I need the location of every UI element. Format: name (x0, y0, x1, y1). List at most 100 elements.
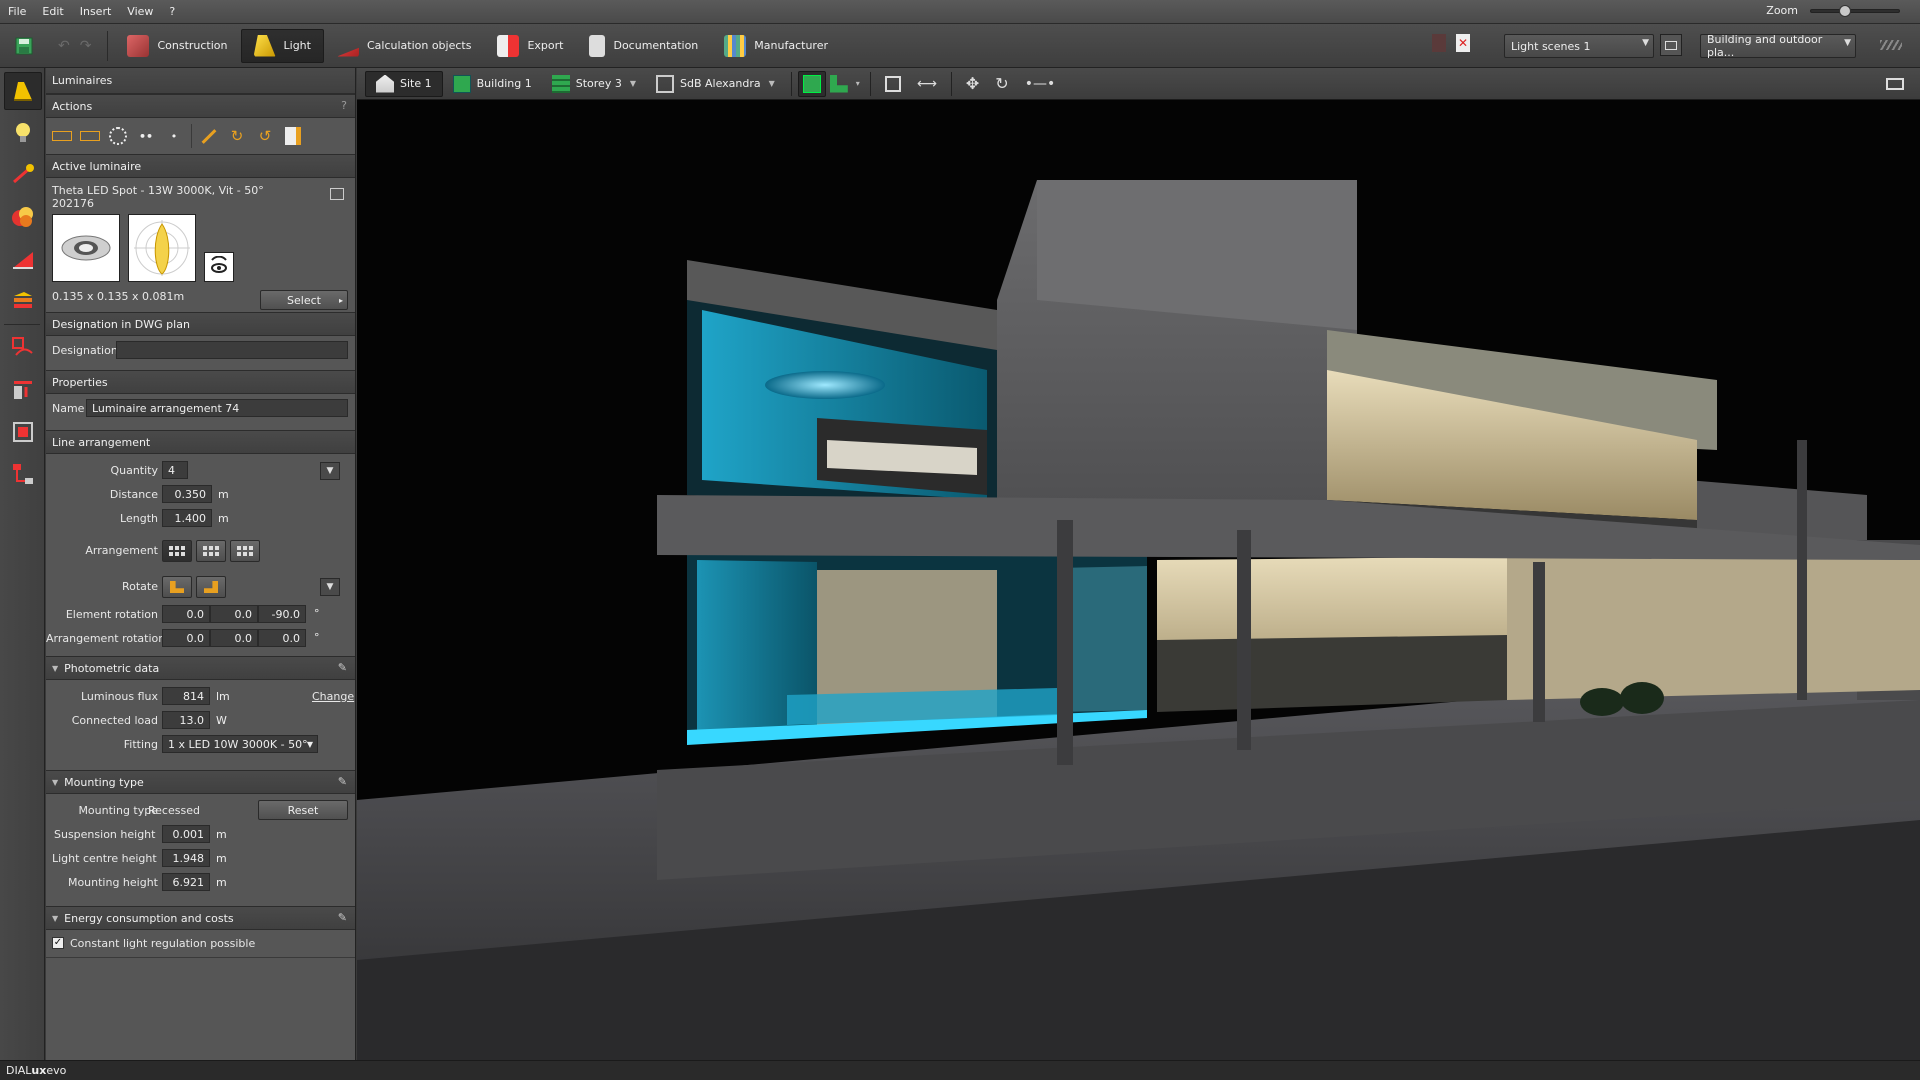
monitor-icon (1886, 77, 1904, 90)
tab-light[interactable]: Light (240, 28, 324, 63)
selection-tool-button[interactable] (4, 413, 42, 451)
name-input[interactable]: Luminaire arrangement 74 (86, 399, 348, 417)
zoom-slider[interactable] (1810, 4, 1900, 17)
light-path-tool-button[interactable] (4, 156, 42, 194)
mounting-type-label: Mounting type (78, 804, 158, 817)
field-placement-icon[interactable] (76, 122, 104, 150)
energy-header[interactable]: ▼ Energy consumption and costs ✎ (46, 906, 355, 930)
arrangement-rotation-x[interactable]: 0.0 (162, 629, 210, 647)
distance-tool-button[interactable]: •—• (1017, 71, 1064, 97)
daylight-tool-button[interactable] (4, 240, 42, 278)
lamp-tool-button[interactable] (4, 114, 42, 152)
reset-button[interactable]: Reset (258, 800, 348, 820)
tab-export[interactable]: Export (484, 29, 576, 63)
designation-input[interactable] (116, 341, 348, 359)
luminaires-tool-button[interactable] (4, 72, 42, 110)
tab-construction[interactable]: Construction (114, 29, 240, 63)
rotate-option-1[interactable] (162, 576, 192, 598)
rotate-luminaire-icon (170, 581, 184, 593)
change-link[interactable]: Change (312, 690, 354, 703)
tab-documentation[interactable]: Documentation (576, 29, 711, 63)
redo-icon[interactable]: ↷ (80, 38, 92, 54)
quantity-input[interactable]: 4 (162, 461, 188, 479)
hierarchy-tool-button[interactable] (4, 455, 42, 493)
grip-icon[interactable] (1880, 40, 1902, 50)
view-mode-dropdown[interactable]: Building and outdoor pla... ▼ (1700, 33, 1856, 59)
tab-calculation-objects[interactable]: Calculation objects (324, 29, 485, 63)
arrangement-option-2[interactable] (196, 540, 226, 562)
plan-view-button[interactable]: ▾ (826, 71, 864, 97)
rotate-dropdown[interactable]: ▼ (320, 578, 340, 596)
undo-redo-group: ↶ ↷ (48, 38, 101, 54)
luminaire-code: 202176 (52, 197, 94, 210)
rotate-arrangement-icon (204, 581, 218, 593)
menu-file[interactable]: File (0, 5, 34, 18)
name-row: Name Luminaire arrangement 74 (46, 394, 355, 424)
arrangement-option-1[interactable] (162, 540, 192, 562)
export-luminaire-icon[interactable] (279, 122, 307, 150)
mounting-header[interactable]: ▼ Mounting type ✎ (46, 770, 355, 794)
room-selector[interactable]: SdB Alexandra ▼ (646, 71, 785, 97)
strip-divider (4, 324, 40, 325)
chevron-down-icon: ▼ (768, 79, 775, 88)
pin-icon[interactable]: ✎ (338, 661, 347, 674)
select-luminaire-button[interactable]: Select ▸ (260, 290, 348, 310)
storey-selector[interactable]: Storey 3 ▼ (542, 71, 646, 97)
pin-icon[interactable]: ✎ (338, 911, 347, 924)
fitting-dropdown[interactable]: 1 x LED 10W 3000K - 50° ▼ (162, 735, 318, 753)
rotate-left-icon[interactable]: ↻ (223, 122, 251, 150)
move-tool-button[interactable]: ✥ (958, 71, 987, 97)
menu-edit[interactable]: Edit (34, 5, 71, 18)
layers-tool-button[interactable] (4, 282, 42, 320)
distance-input[interactable]: 0.350 (162, 485, 212, 503)
quantity-dropdown[interactable]: ▼ (320, 462, 340, 480)
light-scene-dropdown[interactable]: Light scenes 1 ▼ (1504, 34, 1654, 58)
circle-placement-icon[interactable] (104, 122, 132, 150)
menu-help[interactable]: ? (161, 5, 183, 18)
zoom-extents-button[interactable] (877, 71, 909, 97)
light-centre-height-input[interactable]: 1.948 (162, 849, 210, 867)
help-icon[interactable]: ? (341, 99, 347, 112)
site-selector[interactable]: Site 1 (365, 70, 443, 97)
arrangement-option-3[interactable] (230, 540, 260, 562)
menu-view[interactable]: View (119, 5, 161, 18)
colour-tool-button[interactable] (4, 198, 42, 236)
copy-icon[interactable] (330, 188, 344, 200)
zoom-slider-knob[interactable] (1839, 4, 1851, 17)
building-icon (452, 74, 471, 93)
rotate-right-icon[interactable]: ↺ (251, 122, 279, 150)
arrangement-rotation-y[interactable]: 0.0 (210, 629, 258, 647)
photometric-header[interactable]: ▼ Photometric data ✎ (46, 656, 355, 680)
magic-wand-icon[interactable] (195, 122, 223, 150)
element-rotation-y[interactable]: 0.0 (210, 605, 258, 623)
point-placement-icon[interactable]: • (160, 122, 188, 150)
fullscreen-button[interactable] (1880, 71, 1910, 97)
tab-manufacturer[interactable]: Manufacturer (711, 29, 841, 63)
3d-view-button[interactable] (797, 70, 826, 97)
light-scene-edit-button[interactable] (1660, 34, 1682, 56)
constant-light-checkbox[interactable]: ✓ (52, 937, 64, 949)
dots-grid-icon (237, 546, 253, 556)
length-input[interactable]: 1.400 (162, 509, 212, 527)
mounting-height-input[interactable]: 6.921 (162, 873, 210, 891)
building-selector[interactable]: Building 1 (443, 71, 542, 97)
element-rotation-x[interactable]: 0.0 (162, 605, 210, 623)
suspension-height-input[interactable]: 0.001 (162, 825, 210, 843)
text-tool-button[interactable] (4, 329, 42, 367)
undo-icon[interactable]: ↶ (58, 38, 70, 54)
arrangement-rotation-z[interactable]: 0.0 (258, 629, 306, 647)
section-tool-button[interactable] (4, 371, 42, 409)
rotate-tool-button[interactable]: ↻ (987, 71, 1016, 97)
save-button[interactable] (0, 37, 48, 55)
measure-button[interactable]: ⟷ (909, 71, 945, 97)
single-placement-icon[interactable] (48, 122, 76, 150)
delete-scene-icon[interactable]: ✕ (1456, 34, 1470, 52)
rotate-option-2[interactable] (196, 576, 226, 598)
3d-viewport[interactable] (357, 100, 1920, 1060)
element-rotation-z[interactable]: -90.0 (258, 605, 306, 623)
pin-icon[interactable]: ✎ (338, 775, 347, 788)
menu-insert[interactable]: Insert (72, 5, 120, 18)
line-placement-icon[interactable]: •• (132, 122, 160, 150)
photometry-view-button[interactable] (204, 252, 234, 282)
constant-light-label: Constant light regulation possible (70, 937, 256, 950)
